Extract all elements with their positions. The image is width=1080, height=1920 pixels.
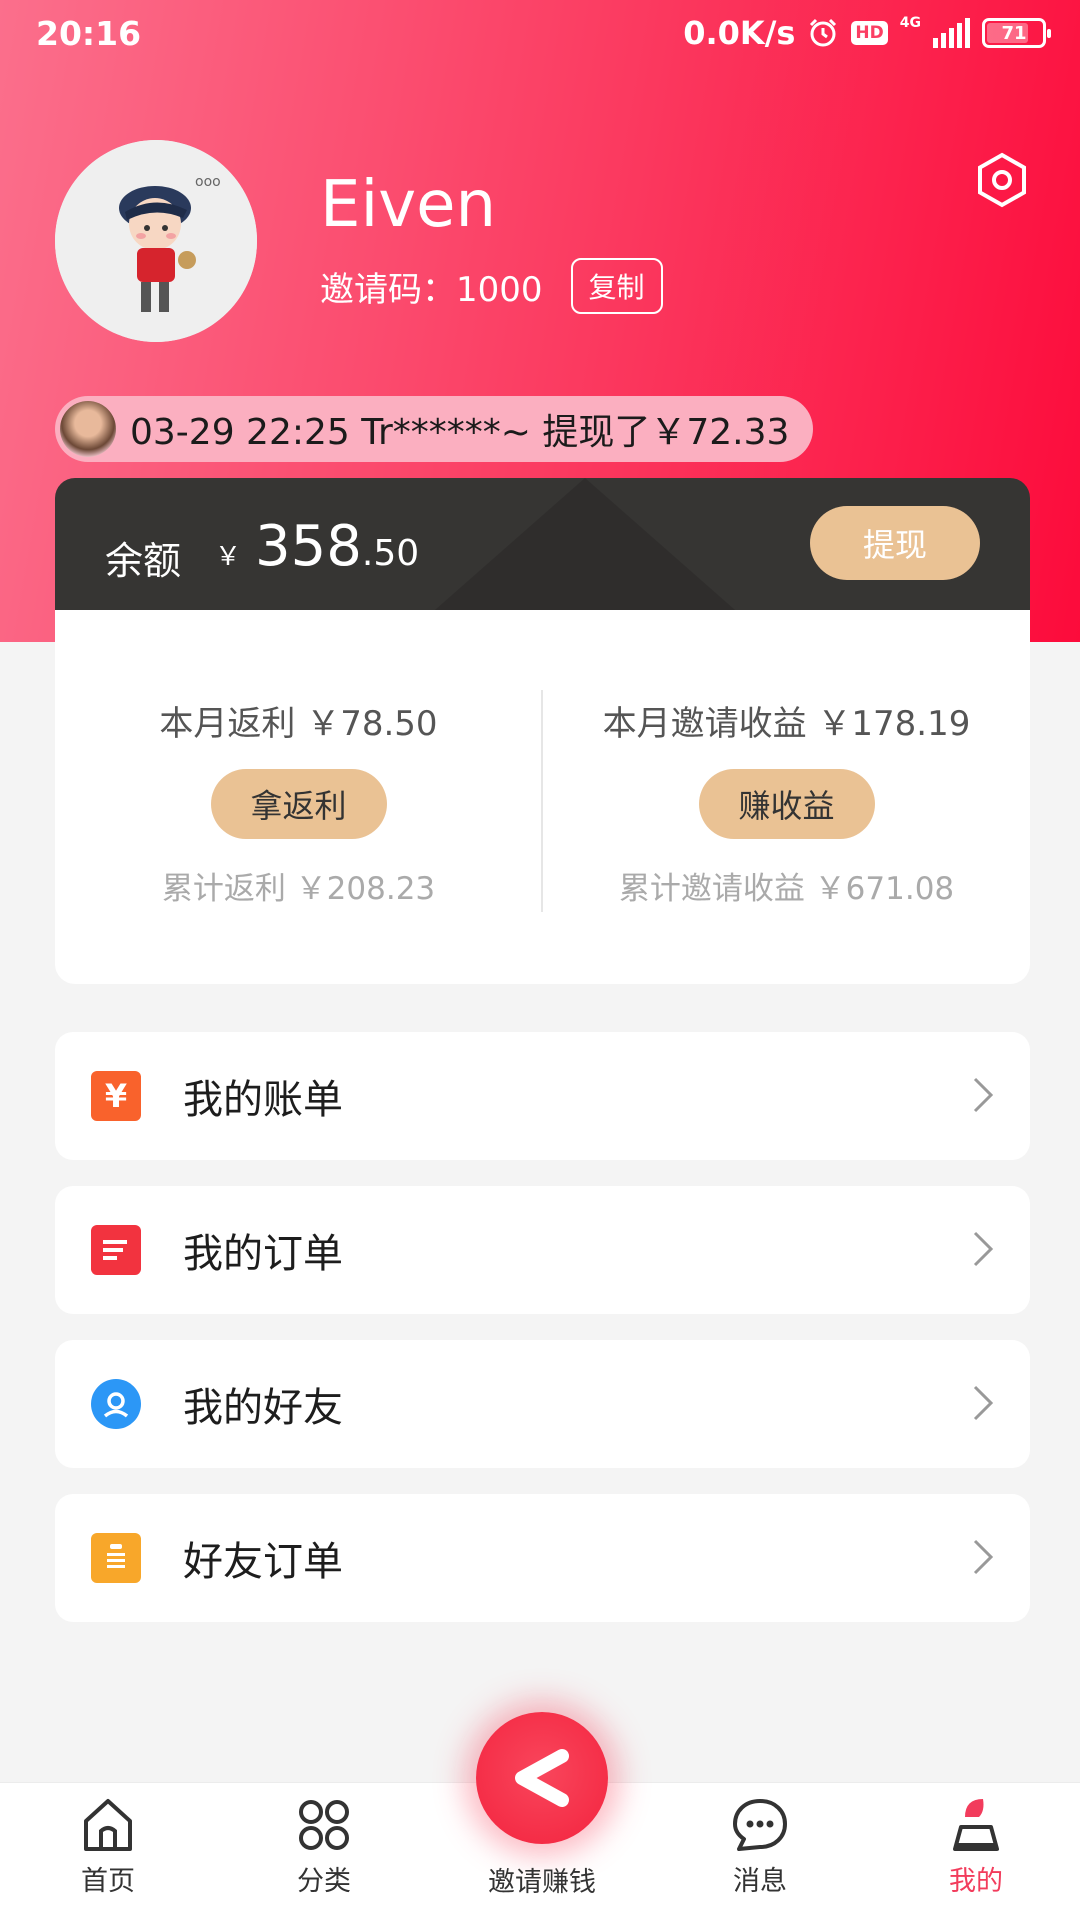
tab-messages[interactable]: 消息 — [690, 1797, 830, 1898]
clipboard-icon — [91, 1533, 141, 1583]
menu-label: 好友订单 — [183, 1539, 343, 1585]
menu-friend-orders[interactable]: 好友订单 — [55, 1494, 1030, 1622]
status-time: 20:16 — [36, 14, 142, 53]
balance-label: 余额 — [105, 539, 182, 583]
ticker-text: 03-29 22:25 Tr******~ 提现了￥72.33 — [130, 412, 790, 453]
chevron-right-icon — [973, 1539, 994, 1575]
balance-decoration — [435, 478, 735, 610]
earn-income-button[interactable]: 赚收益 — [698, 769, 875, 839]
tab-invite-label[interactable]: 邀请赚钱 — [440, 1860, 644, 1899]
username: Eiven — [320, 168, 497, 242]
menu-my-bills[interactable]: ¥ 我的账单 — [55, 1032, 1030, 1160]
balance-card: 余额 ￥ 358 .50 提现 — [55, 478, 1030, 610]
network-type: 4G — [899, 15, 921, 31]
network-speed: 0.0K/s — [683, 14, 796, 52]
cartoon-avatar-icon: ooo — [55, 140, 257, 342]
ticker-avatar — [60, 401, 116, 457]
menu-label: 我的好友 — [183, 1385, 343, 1431]
withdraw-button[interactable]: 提现 — [810, 506, 980, 580]
monthly-rebate: 本月返利 ￥78.50 — [159, 704, 438, 744]
invite-code: 邀请码：1000 — [320, 269, 543, 310]
copy-button[interactable]: 复制 — [570, 258, 663, 314]
tab-mine[interactable]: 我的 — [906, 1797, 1046, 1898]
invite-code-row: 邀请码：1000 复制 — [320, 258, 663, 314]
total-rebate: 累计返利 ￥208.23 — [161, 871, 436, 907]
menu-my-friends[interactable]: 我的好友 — [55, 1340, 1030, 1468]
alarm-icon — [810, 18, 837, 47]
settings-icon[interactable] — [974, 152, 1030, 208]
mine-icon — [953, 1799, 999, 1851]
tab-home[interactable]: 首页 — [38, 1797, 178, 1898]
share-arrow-icon — [515, 1749, 569, 1807]
earnings-card: 本月返利 ￥78.50 拿返利 累计返利 ￥208.23 本月邀请收益 ￥178… — [55, 610, 1030, 984]
invite-center-button[interactable] — [476, 1712, 608, 1844]
status-bar: 20:16 0.0K/s HD 4G 71 — [0, 0, 1080, 70]
total-invite-earnings: 累计邀请收益 ￥671.08 — [618, 871, 955, 907]
chevron-right-icon — [973, 1077, 994, 1113]
invite-earnings-column: 本月邀请收益 ￥178.19 赚收益 累计邀请收益 ￥671.08 — [543, 696, 1030, 908]
signal-icon — [933, 18, 970, 48]
withdraw-ticker: 03-29 22:25 Tr******~ 提现了￥72.33 — [55, 396, 813, 462]
menu-my-orders[interactable]: 我的订单 — [55, 1186, 1030, 1314]
monthly-invite-earnings: 本月邀请收益 ￥178.19 — [602, 704, 971, 744]
hd-badge: HD — [851, 21, 888, 45]
user-avatar[interactable]: ooo — [55, 140, 257, 342]
category-icon — [299, 1800, 349, 1850]
home-icon — [84, 1799, 132, 1851]
yen-icon: ¥ — [91, 1071, 141, 1121]
chevron-right-icon — [973, 1231, 994, 1267]
svg-text:ooo: ooo — [195, 174, 221, 190]
rebate-column: 本月返利 ￥78.50 拿返利 累计返利 ￥208.23 — [55, 696, 542, 908]
chat-bubble-icon — [733, 1799, 787, 1851]
order-list-icon — [91, 1225, 141, 1275]
get-rebate-button[interactable]: 拿返利 — [210, 769, 387, 839]
friend-icon — [91, 1379, 141, 1429]
tab-category[interactable]: 分类 — [254, 1797, 394, 1898]
menu-label: 我的账单 — [183, 1077, 343, 1123]
balance-amount: ￥ 358 .50 — [215, 514, 420, 579]
chevron-right-icon — [973, 1385, 994, 1421]
menu-label: 我的订单 — [183, 1231, 343, 1277]
battery-icon: 71 — [982, 18, 1051, 48]
